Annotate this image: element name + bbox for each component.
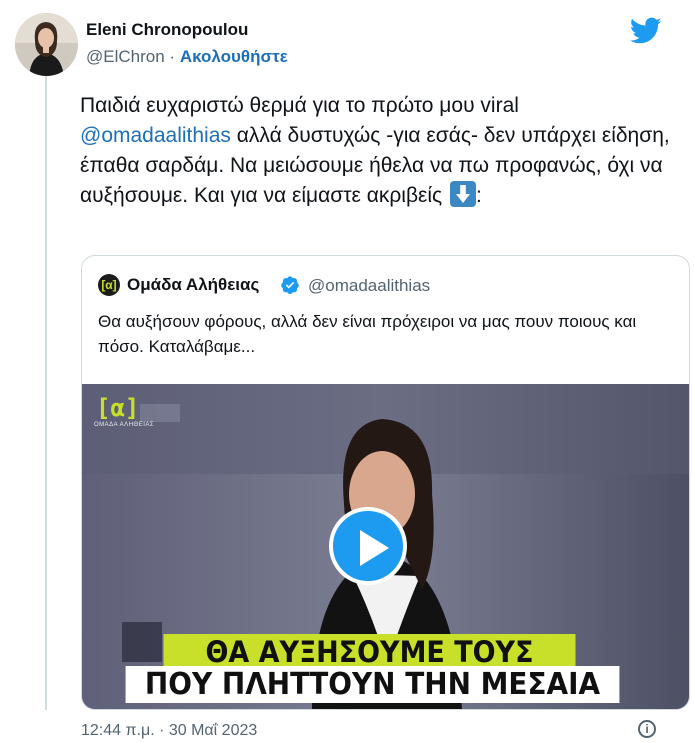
channel-logo: [α] <box>96 394 140 422</box>
down-arrow-emoji-icon <box>450 181 477 207</box>
mention-link[interactable]: @omadaalithias <box>80 124 231 147</box>
info-icon[interactable]: i <box>638 720 656 738</box>
avatar[interactable] <box>15 13 78 76</box>
video-player[interactable]: [α] ΟΜΑΔΑ ΑΛΗΘΕΙΑΣ ΘΑ ΑΥΞΗΣΟΥΜΕ ΤΟΥΣ ΦΟΡ… <box>82 384 689 709</box>
twitter-bird-icon[interactable] <box>630 17 662 45</box>
separator-dot: · <box>169 47 176 66</box>
tweet-text-part3: : <box>476 184 482 207</box>
author-handle-row: @ElChron · Ακολουθήστε <box>86 47 288 67</box>
quoted-tweet-text: Θα αυξήσουν φόρους, αλλά δεν είναι πρόχε… <box>98 312 637 356</box>
video-caption-line1: ΘΑ ΑΥΞΗΣΟΥΜΕ ΤΟΥΣ ΦΟΡΟΥΣ <box>163 634 576 705</box>
tweet-text: Παιδιά ευχαριστώ θερμά για το πρώτο μου … <box>80 91 670 211</box>
verified-badge-icon <box>281 276 299 294</box>
tweet-text-part1: Παιδιά ευχαριστώ θερμά για το πρώτο μου … <box>80 94 519 117</box>
author-name[interactable]: Eleni Chronopoulou <box>86 20 248 40</box>
tweet-timestamp[interactable]: 12:44 π.μ. · 30 Μαΐ 2023 <box>81 722 257 740</box>
quoted-author-handle[interactable]: @omadaalithias <box>308 276 430 296</box>
quoted-tweet[interactable]: [α] Ομάδα Αλήθειας @omadaalithias Θα αυξ… <box>81 255 690 710</box>
quoted-author-name[interactable]: Ομάδα Αλήθειας <box>127 275 259 295</box>
author-handle[interactable]: @ElChron <box>86 47 165 66</box>
thread-line <box>45 70 47 710</box>
follow-button[interactable]: Ακολουθήστε <box>180 47 288 66</box>
tweet-card: Eleni Chronopoulou @ElChron · Ακολουθήστ… <box>0 0 695 743</box>
video-caption-line2: ΠΟΥ ΠΛΗΤΤΟΥΝ ΤΗΝ ΜΕΣΑΙΑ ΤΑΞΗ <box>125 666 620 709</box>
play-icon[interactable] <box>329 507 407 585</box>
quoted-avatar[interactable]: [α] <box>98 274 120 296</box>
channel-logo-caption: ΟΜΑΔΑ ΑΛΗΘΕΙΑΣ <box>94 422 155 428</box>
